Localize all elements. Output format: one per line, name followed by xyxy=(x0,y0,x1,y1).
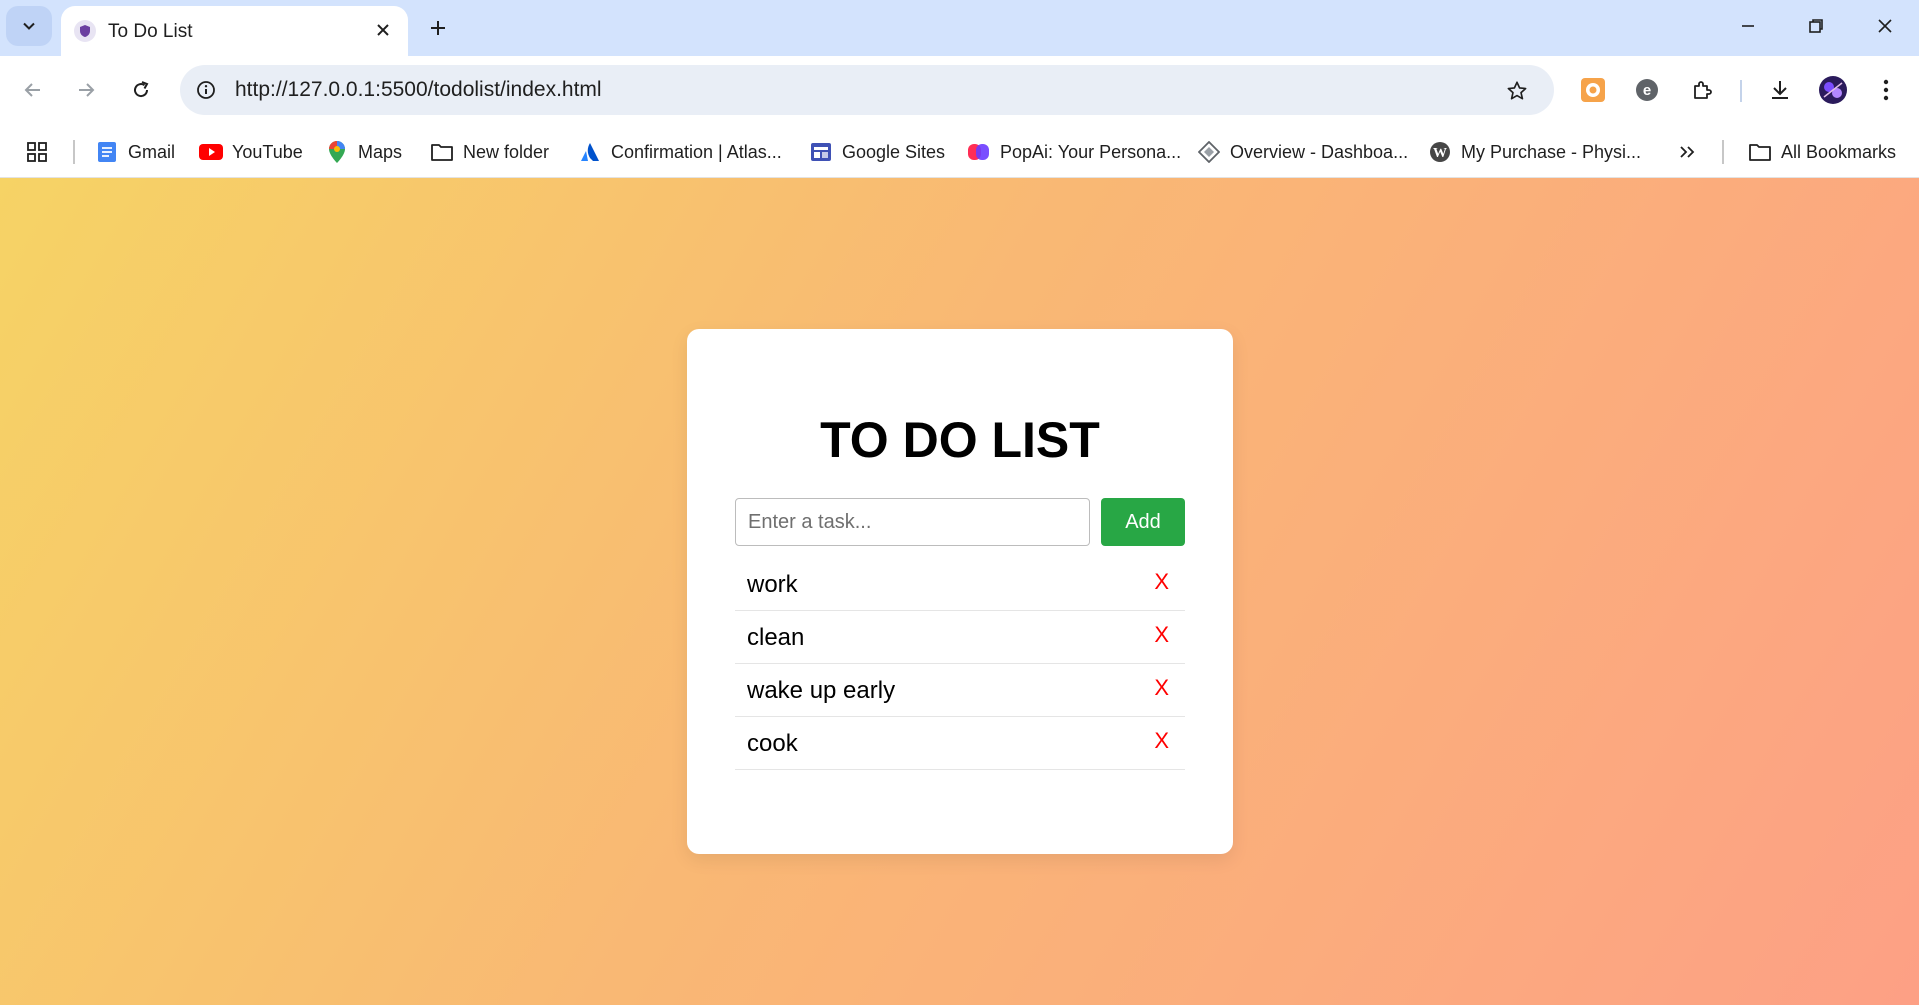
apps-grid-icon xyxy=(27,142,47,162)
task-item: wake up early X xyxy=(735,664,1185,717)
arrow-right-icon xyxy=(79,83,95,97)
extension-grammar-icon[interactable]: e xyxy=(1627,70,1667,110)
bookmark-maps[interactable]: Maps xyxy=(325,134,402,170)
menu-kebab-icon[interactable] xyxy=(1866,70,1906,110)
all-bookmarks-label: All Bookmarks xyxy=(1781,141,1897,162)
add-task-button[interactable]: Add xyxy=(1101,498,1185,546)
minimize-icon xyxy=(1742,25,1754,27)
wordpress-icon: W xyxy=(1428,140,1452,164)
gmail-icon xyxy=(95,140,119,164)
svg-text:e: e xyxy=(1643,82,1651,99)
task-text: clean xyxy=(747,624,805,651)
bookmark-label: YouTube xyxy=(232,141,303,162)
address-bar[interactable]: http://127.0.0.1:5500/todolist/index.htm… xyxy=(180,65,1554,115)
plus-icon xyxy=(431,21,445,35)
bookmark-new-folder[interactable]: New folder xyxy=(430,134,549,170)
bookmark-label: Maps xyxy=(358,141,403,162)
minimize-button[interactable] xyxy=(1718,4,1778,48)
tab-title: To Do List xyxy=(108,21,193,42)
page-viewport: TO DO LIST Add work X clean X wake up ea… xyxy=(0,178,1919,1005)
folder-icon xyxy=(1748,140,1772,164)
task-item: cook X xyxy=(735,717,1185,770)
active-tab[interactable]: To Do List xyxy=(61,6,408,56)
close-icon xyxy=(1878,19,1892,33)
bookmark-label: New folder xyxy=(463,141,550,162)
todo-card: TO DO LIST Add work X clean X wake up ea… xyxy=(687,329,1233,854)
browser-toolbar: http://127.0.0.1:5500/todolist/index.htm… xyxy=(0,56,1919,126)
delete-task-button[interactable]: X xyxy=(1154,622,1169,648)
bookmark-label: Overview - Dashboa... xyxy=(1230,141,1409,162)
bookmark-youtube[interactable]: YouTube xyxy=(199,134,303,170)
task-list: work X clean X wake up early X cook X xyxy=(735,558,1185,770)
back-button[interactable] xyxy=(13,70,53,110)
profile-avatar[interactable] xyxy=(1813,70,1853,110)
bookmark-label: Gmail xyxy=(128,141,176,162)
chevron-down-icon xyxy=(23,22,35,30)
delete-task-button[interactable]: X xyxy=(1154,569,1169,595)
task-input[interactable] xyxy=(735,498,1090,546)
task-text: work xyxy=(747,571,798,598)
bookmark-my-purchase[interactable]: W My Purchase - Physi... xyxy=(1428,134,1641,170)
reload-icon xyxy=(134,81,149,98)
bookmarks-bar: Gmail YouTube Maps New folder Confirmati… xyxy=(0,126,1919,178)
arrow-left-icon xyxy=(24,83,40,97)
bookmark-label: PopAi: Your Persona... xyxy=(1000,141,1182,162)
tab-search-button[interactable] xyxy=(6,6,52,46)
task-item: clean X xyxy=(735,611,1185,664)
popai-icon xyxy=(967,140,991,164)
page-title: TO DO LIST xyxy=(820,412,1100,468)
bookmarks-divider xyxy=(73,140,75,164)
bookmark-label: Confirmation | Atlas... xyxy=(611,141,782,162)
download-icon[interactable] xyxy=(1760,70,1800,110)
url-text: http://127.0.0.1:5500/todolist/index.htm… xyxy=(235,78,602,101)
new-tab-button[interactable] xyxy=(420,10,456,46)
close-tab-icon[interactable] xyxy=(369,16,397,44)
bookmark-label: Google Sites xyxy=(842,141,946,162)
extension-orange-icon[interactable] xyxy=(1573,70,1613,110)
bookmark-gmail[interactable]: Gmail xyxy=(95,134,175,170)
toolbar-divider xyxy=(1740,80,1742,102)
restore-button[interactable] xyxy=(1786,4,1846,48)
youtube-icon xyxy=(199,140,223,164)
google-sites-icon xyxy=(809,140,833,164)
bookmark-overview-dashboard[interactable]: Overview - Dashboa... xyxy=(1197,134,1408,170)
extensions-puzzle-icon[interactable] xyxy=(1683,70,1723,110)
delete-task-button[interactable]: X xyxy=(1154,675,1169,701)
bookmark-google-sites[interactable]: Google Sites xyxy=(809,134,945,170)
reload-button[interactable] xyxy=(121,70,161,110)
info-icon[interactable] xyxy=(192,76,220,104)
bookmark-confirmation-atlas[interactable]: Confirmation | Atlas... xyxy=(578,134,782,170)
more-bookmarks-button[interactable] xyxy=(1678,134,1696,170)
bookmark-popai[interactable]: PopAi: Your Persona... xyxy=(967,134,1181,170)
maps-icon xyxy=(325,140,349,164)
task-text: cook xyxy=(747,730,798,757)
task-item: work X xyxy=(735,558,1185,611)
restore-icon xyxy=(1809,19,1823,33)
bookmark-star-icon[interactable] xyxy=(1500,74,1534,108)
folder-icon xyxy=(430,140,454,164)
tab-favicon-icon xyxy=(74,20,96,42)
task-text: wake up early xyxy=(747,677,896,704)
chevron-double-right-icon xyxy=(1680,146,1695,158)
close-window-button[interactable] xyxy=(1855,4,1915,48)
delete-task-button[interactable]: X xyxy=(1154,728,1169,754)
bookmarks-divider xyxy=(1722,140,1724,164)
forward-button[interactable] xyxy=(66,70,106,110)
apps-grid-button[interactable] xyxy=(26,134,48,170)
dashboard-icon xyxy=(1197,140,1221,164)
bookmark-label: My Purchase - Physi... xyxy=(1461,141,1642,162)
tab-strip: To Do List xyxy=(0,0,1919,56)
svg-text:W: W xyxy=(1433,146,1447,161)
all-bookmarks-button[interactable]: All Bookmarks xyxy=(1748,134,1896,170)
atlassian-icon xyxy=(578,140,602,164)
